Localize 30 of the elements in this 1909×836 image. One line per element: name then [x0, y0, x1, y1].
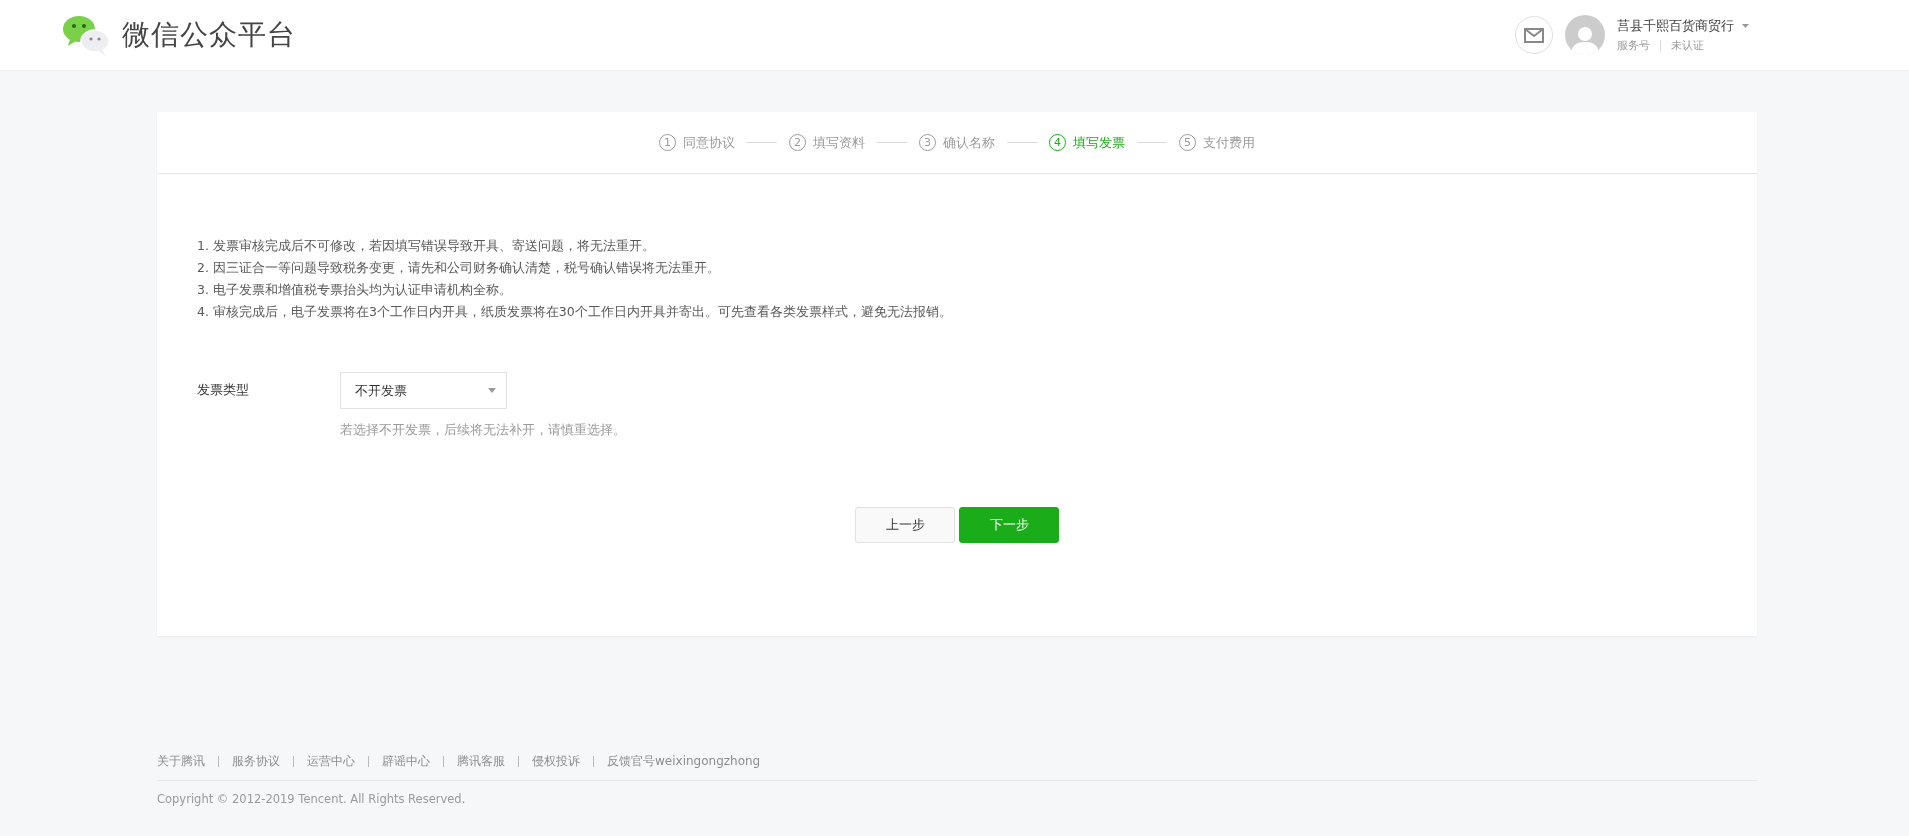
note-text: 1. 发票审核完成后不可修改，若因填写错误导致开具、寄送问题，将无法重开。 — [197, 237, 656, 254]
footer-link[interactable]: 服务协议 — [232, 753, 280, 770]
back-button[interactable]: 上一步 — [855, 507, 955, 543]
account-type: 服务号 — [1617, 38, 1650, 53]
platform-title: 微信公众平台 — [122, 17, 296, 53]
next-button[interactable]: 下一步 — [959, 507, 1059, 543]
hint-text: 若选择不开发票，后续将无法补开，请慎重选择。 — [340, 422, 626, 439]
footer-link[interactable]: 辟谣中心 — [382, 753, 430, 770]
footer-link[interactable]: 腾讯客服 — [457, 753, 505, 770]
verification-status: 未认证 — [1671, 38, 1704, 53]
invoice-type-dropdown[interactable]: 不开发票 — [340, 372, 507, 409]
envelope-icon — [1524, 27, 1544, 43]
field-label: 发票类型 — [197, 381, 250, 399]
step-item: 4 填写发票 — [1049, 133, 1125, 152]
footer-link[interactable]: 运营中心 — [307, 753, 355, 770]
step-item: 5 支付费用 — [1179, 133, 1255, 152]
avatar[interactable] — [1565, 15, 1605, 55]
step-item: 1 同意协议 — [659, 133, 735, 152]
note-text: 4. 审核完成后，电子发票将在3个工作日内开具，纸质发票将在30个工作日内开具并寄出。可先查看各类发票样式，避免无法报销。 — [197, 303, 953, 320]
caret-icon[interactable] — [1742, 24, 1749, 28]
account-name[interactable]: 莒县千熙百货商贸行 — [1617, 17, 1734, 35]
footer-link[interactable]: 反馈官号weixingongzhong — [607, 753, 761, 770]
footer-link[interactable]: 关于腾讯 — [157, 753, 205, 770]
step-item: 2 填写资料 — [789, 133, 865, 152]
step-item: 3 确认名称 — [919, 133, 995, 152]
note-text: 3. 电子发票和增值税专票抬头均为认证申请机构全称。 — [197, 281, 513, 298]
footer-link[interactable]: 侵权投诉 — [532, 753, 580, 770]
caret-icon — [488, 388, 496, 393]
copyright-text: Copyright © 2012-2019 Tencent. All Rights Reserved. — [157, 792, 467, 806]
note-text: 2. 因三证合一等问题导致税务变更，请先和公司财务确认清楚，税号确认错误将无法重开。 — [197, 259, 721, 276]
